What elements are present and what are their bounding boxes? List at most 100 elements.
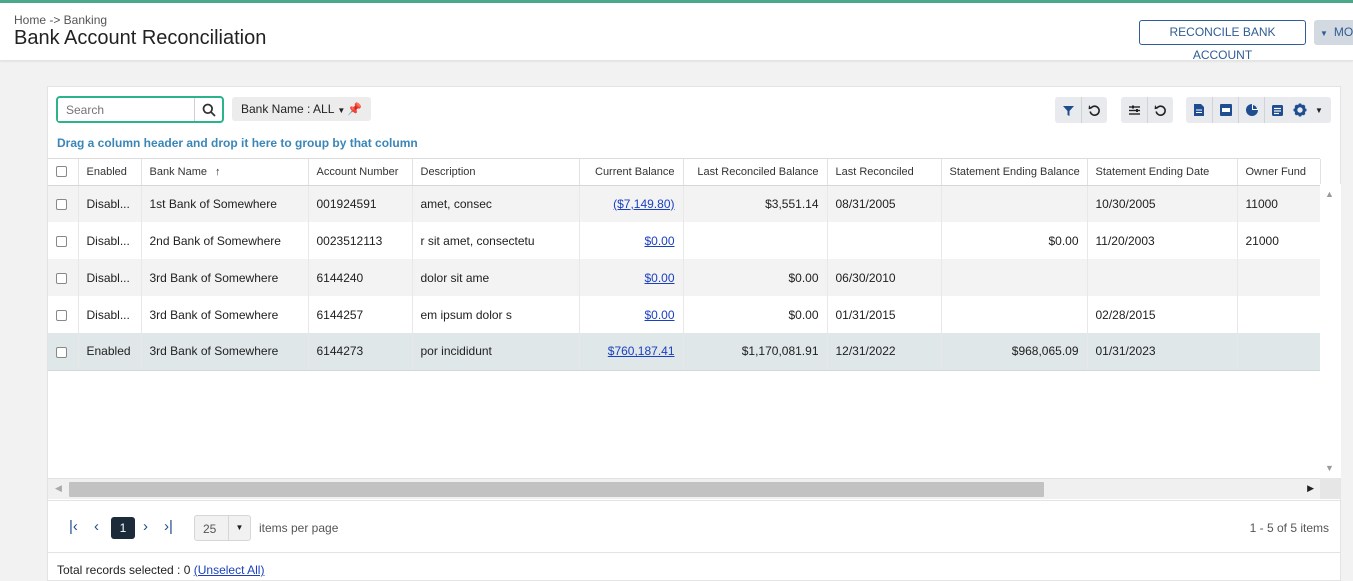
current-balance-cell: $760,187.41 [579, 333, 684, 371]
account-number-cell: 6144240 [308, 259, 413, 296]
selected-count-text: Total records selected : 0 [57, 563, 191, 577]
grid-card: Bank Name : ALL▼📌 [47, 86, 1341, 581]
group-by-hint: Drag a column header and drop it here to… [57, 136, 418, 150]
caret-down-icon: ▼ [1320, 29, 1328, 38]
reset-icon [1088, 104, 1100, 116]
next-page-icon[interactable]: › [143, 518, 148, 536]
description-cell: r sit amet, consectetu [412, 222, 580, 259]
current-balance-link[interactable]: $0.00 [644, 271, 674, 285]
search-icon [202, 103, 216, 117]
table-row[interactable]: Enabled 3rd Bank of Somewhere 6144273 po… [48, 333, 1321, 371]
caret-down-icon[interactable]: ▼ [1315, 106, 1323, 115]
current-page-button[interactable]: 1 [111, 517, 135, 539]
table-row[interactable]: Disabl... 1st Bank of Somewhere 00192459… [48, 185, 1321, 222]
scroll-down-icon[interactable]: ▼ [1325, 463, 1334, 473]
current-balance-link[interactable]: $0.00 [644, 234, 674, 248]
previous-page-icon[interactable]: ‹ [94, 518, 99, 536]
select-all-checkbox[interactable] [56, 166, 67, 178]
chart-button[interactable] [1238, 97, 1264, 123]
column-chooser-button[interactable] [1121, 97, 1147, 123]
description-cell: amet, consec [412, 185, 580, 222]
reset-columns-button[interactable] [1147, 97, 1173, 123]
column-header-current-balance[interactable]: Current Balance [579, 159, 684, 186]
search-input[interactable] [58, 98, 188, 121]
column-header-statement-ending-balance[interactable]: Statement Ending Balance [941, 159, 1088, 186]
sort-ascending-icon: ↑ [214, 165, 221, 178]
current-balance-link[interactable]: $0.00 [644, 308, 674, 322]
column-header-owner-fund[interactable]: Owner Fund [1237, 159, 1321, 186]
last-reconciled-balance-cell: $1,170,081.91 [683, 333, 828, 371]
columns-toolgroup [1121, 97, 1173, 123]
search-button[interactable] [194, 98, 222, 121]
search-field [56, 96, 224, 123]
enabled-cell: Disabl... [78, 296, 142, 333]
last-reconciled-cell: 01/31/2015 [827, 296, 942, 333]
account-number-cell: 6144257 [308, 296, 413, 333]
column-header-last-reconciled-balance[interactable]: Last Reconciled Balance [683, 159, 828, 186]
description-cell: por incididunt [412, 333, 580, 371]
scroll-up-icon[interactable]: ▲ [1325, 189, 1334, 199]
export-excel-button[interactable] [1186, 97, 1212, 123]
column-header-description[interactable]: Description [412, 159, 580, 186]
last-page-icon[interactable]: ›| [164, 518, 173, 536]
caret-down-icon[interactable]: ▼ [228, 516, 250, 540]
row-checkbox[interactable] [56, 199, 67, 211]
row-checkbox[interactable] [56, 346, 67, 358]
page-size-select[interactable]: 25 ▼ [194, 515, 251, 541]
horizontal-scroll-thumb[interactable] [69, 482, 1044, 497]
account-number-cell: 6144273 [308, 333, 413, 371]
breadcrumb[interactable]: Home -> Banking [14, 13, 107, 27]
first-page-icon[interactable]: |‹ [69, 518, 78, 536]
scrollbar-corner [1320, 478, 1341, 499]
statement-ending-balance-cell [941, 259, 1088, 296]
last-reconciled-cell: 12/31/2022 [827, 333, 942, 371]
row-select-cell [48, 333, 79, 371]
filter-button[interactable] [1055, 97, 1081, 123]
enabled-cell: Enabled [78, 333, 142, 371]
reset-icon [1154, 104, 1166, 116]
current-balance-link[interactable]: ($7,149.80) [613, 197, 674, 211]
owner-fund-cell [1237, 259, 1321, 296]
statement-ending-date-cell: 10/30/2005 [1087, 185, 1238, 222]
last-reconciled-balance-cell: $3,551.14 [683, 185, 828, 222]
more-actions-button[interactable]: ▼ MO [1314, 20, 1353, 45]
owner-fund-cell: 11000 [1237, 185, 1321, 222]
table-row[interactable]: Disabl... 3rd Bank of Somewhere 6144257 … [48, 296, 1321, 333]
vertical-scrollbar[interactable]: ▲ ▼ [1320, 184, 1341, 478]
statement-ending-date-cell [1087, 259, 1238, 296]
filter-icon [1062, 105, 1074, 116]
bank-name-filter-chip[interactable]: Bank Name : ALL ▼ 📌 [232, 97, 372, 121]
export-pdf-button[interactable] [1212, 97, 1238, 123]
settings-button[interactable] [1287, 97, 1313, 123]
bank-name-cell: 1st Bank of Somewhere [141, 185, 309, 222]
export-toolgroup [1186, 97, 1290, 123]
page-size-value: 25 [203, 522, 217, 536]
scroll-right-icon[interactable]: ▶ [1307, 483, 1314, 494]
table-row[interactable]: Disabl... 2nd Bank of Somewhere 00235121… [48, 222, 1321, 259]
column-header-enabled[interactable]: Enabled [78, 159, 142, 186]
pager-info: 1 - 5 of 5 items [1249, 521, 1329, 535]
row-checkbox[interactable] [56, 309, 67, 321]
current-balance-cell: $0.00 [579, 259, 684, 296]
scroll-left-icon[interactable]: ◀ [55, 483, 62, 494]
reset-filter-button[interactable] [1081, 97, 1107, 123]
last-reconciled-balance-cell [683, 222, 828, 259]
table-row[interactable]: Disabl... 3rd Bank of Somewhere 6144240 … [48, 259, 1321, 296]
column-header-last-reconciled[interactable]: Last Reconciled [827, 159, 942, 186]
pin-icon[interactable]: 📌 [347, 102, 362, 116]
reconcile-bank-account-button[interactable]: RECONCILE BANK ACCOUNT [1139, 20, 1306, 62]
caret-down-icon[interactable]: ▼ [337, 106, 345, 115]
column-header-bank-name[interactable]: Bank Name ↑ [141, 159, 309, 186]
current-balance-link[interactable]: $760,187.41 [608, 344, 675, 358]
unselect-all-link[interactable]: (Unselect All) [194, 563, 265, 577]
more-label: MO [1333, 25, 1353, 39]
last-reconciled-cell: 08/31/2005 [827, 185, 942, 222]
row-checkbox[interactable] [56, 235, 67, 247]
settings-toolgroup[interactable]: ▼ [1287, 97, 1331, 123]
column-header-statement-ending-date[interactable]: Statement Ending Date [1087, 159, 1238, 186]
last-reconciled-balance-cell: $0.00 [683, 296, 828, 333]
column-header-account-number[interactable]: Account Number [308, 159, 413, 186]
select-all-header [48, 159, 79, 186]
row-checkbox[interactable] [56, 272, 67, 284]
horizontal-scrollbar[interactable]: ◀ ▶ [48, 478, 1320, 499]
